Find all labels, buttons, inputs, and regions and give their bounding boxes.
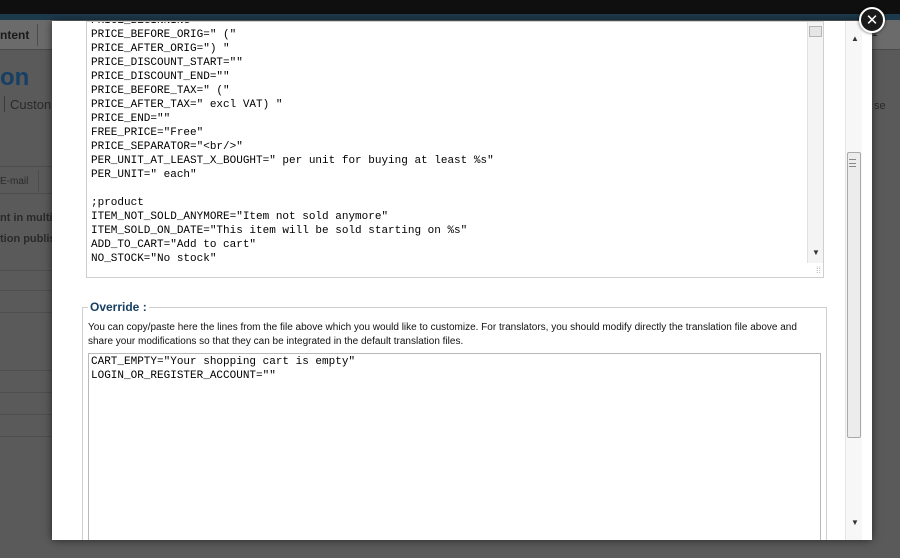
modal-content: PRICE_BEGINNING PRICE_BEFORE_ORIG=" (" P… (52, 21, 844, 540)
subtab-customize: Custon (10, 97, 52, 112)
divider (0, 270, 52, 271)
divider (0, 312, 52, 313)
divider (0, 370, 52, 371)
top-bar (0, 0, 900, 14)
override-legend: Override : (88, 300, 149, 314)
page-title: on (0, 64, 30, 91)
override-description: You can copy/paste here the lines from t… (88, 322, 797, 347)
close-icon[interactable]: ✕ (859, 7, 885, 33)
translation-modal: PRICE_BEGINNING PRICE_BEFORE_ORIG=" (" P… (52, 21, 872, 540)
resize-grip-icon[interactable]: ⁞⁞ (816, 266, 821, 275)
divider (0, 436, 52, 437)
scroll-down-arrow-icon[interactable]: ▼ (851, 519, 859, 527)
divider (0, 414, 52, 415)
scroll-up-arrow-icon[interactable]: ▲ (851, 35, 859, 43)
divider (0, 392, 52, 393)
file-scrollbar-thumb[interactable] (809, 26, 822, 37)
background-text-right: se (874, 100, 886, 112)
language-file-textarea[interactable]: PRICE_BEGINNING PRICE_BEFORE_ORIG=" (" P… (86, 21, 824, 278)
background-text-line: tion publis (0, 233, 56, 245)
tab-divider (38, 170, 52, 192)
scrollbar-grip-icon (849, 159, 856, 167)
scroll-down-arrow-icon[interactable]: ▼ (812, 249, 820, 257)
language-file-content: PRICE_BEGINNING PRICE_BEFORE_ORIG=" (" P… (91, 21, 494, 265)
divider (0, 290, 52, 291)
tab-email: E-mail (0, 176, 29, 187)
file-scrollbar[interactable]: ▼ (807, 22, 823, 263)
menu-item-content: ntent (0, 28, 30, 42)
modal-scrollbar-thumb[interactable] (847, 152, 861, 438)
subtab-separator (4, 96, 5, 112)
background-text-line: nt in multi (0, 212, 53, 224)
override-textarea[interactable]: CART_EMPTY="Your shopping cart is empty"… (88, 353, 821, 540)
modal-scrollbar[interactable]: ▲ ▼ (845, 21, 862, 540)
override-content: CART_EMPTY="Your shopping cart is empty"… (91, 356, 356, 382)
menu-separator (37, 24, 38, 46)
